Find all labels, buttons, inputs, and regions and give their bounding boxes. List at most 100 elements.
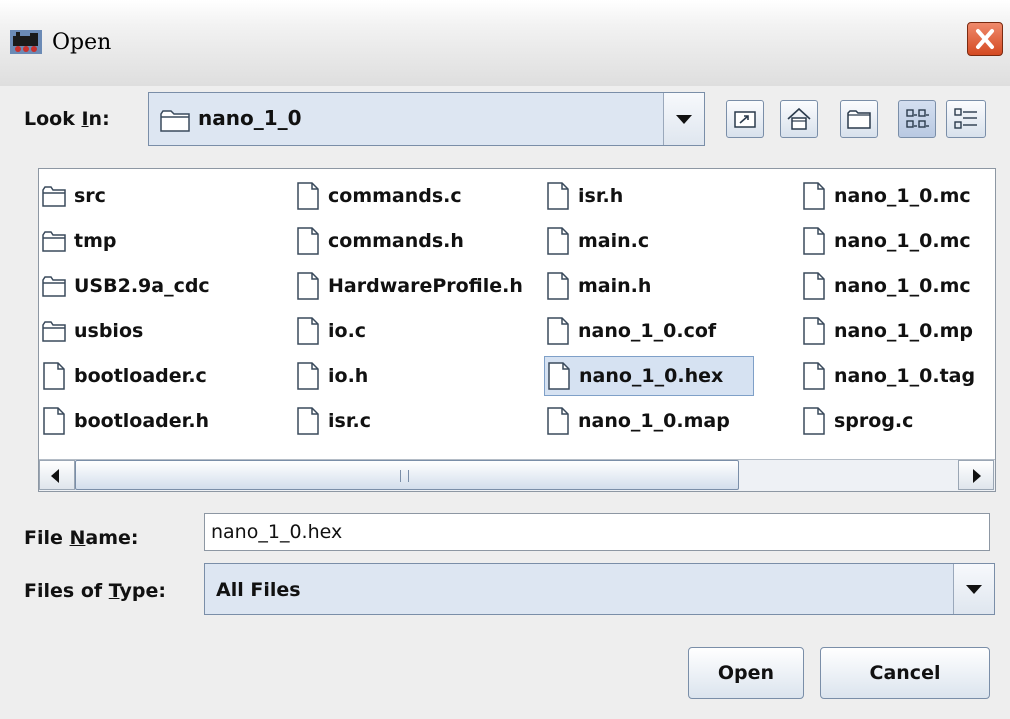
file-name: nano_1_0.map bbox=[578, 410, 730, 432]
grip-icon bbox=[400, 470, 409, 482]
details-view-button[interactable] bbox=[946, 100, 986, 138]
file-name: HardwareProfile.h bbox=[328, 275, 523, 297]
list-view-icon bbox=[906, 109, 929, 128]
home-button[interactable] bbox=[780, 100, 818, 138]
file-name: nano_1_0.mc bbox=[834, 185, 971, 207]
folder-icon bbox=[42, 231, 66, 252]
file-item[interactable]: commands.h bbox=[294, 221, 546, 261]
file-item[interactable]: nano_1_0.mc bbox=[800, 221, 994, 261]
file-name: usbios bbox=[74, 320, 144, 342]
arrow-right-icon bbox=[973, 469, 981, 483]
file-item[interactable]: io.c bbox=[294, 311, 546, 351]
file-item[interactable]: bootloader.h bbox=[40, 401, 282, 441]
file-item[interactable]: bootloader.c bbox=[40, 356, 282, 396]
file-item[interactable]: nano_1_0.mc bbox=[800, 266, 994, 306]
file-item[interactable]: nano_1_0.mc bbox=[800, 176, 994, 216]
look-in-label: Look In: bbox=[24, 108, 110, 130]
file-type-dropdown-button[interactable] bbox=[953, 564, 994, 614]
folder-icon bbox=[42, 321, 66, 342]
file-name-label: File Name: bbox=[24, 527, 139, 549]
file-item[interactable]: io.h bbox=[294, 356, 546, 396]
file-name: nano_1_0.cof bbox=[578, 320, 717, 342]
file-name: sprog.c bbox=[834, 410, 914, 432]
file-icon bbox=[803, 182, 825, 210]
file-name: nano_1_0.mc bbox=[834, 230, 971, 252]
file-item[interactable]: nano_1_0.cof bbox=[544, 311, 756, 351]
folder-item[interactable]: usbios bbox=[40, 311, 282, 351]
file-item[interactable]: nano_1_0.map bbox=[544, 401, 756, 441]
file-name: nano_1_0.mp bbox=[834, 320, 973, 342]
file-item[interactable]: nano_1_0.mp bbox=[800, 311, 994, 351]
file-icon bbox=[297, 362, 319, 390]
folder-item[interactable]: USB2.9a_cdc bbox=[40, 266, 282, 306]
file-icon bbox=[547, 182, 569, 210]
list-view-button[interactable] bbox=[898, 100, 936, 138]
scroll-thumb[interactable] bbox=[75, 460, 739, 490]
file-item[interactable]: main.c bbox=[544, 221, 756, 261]
open-button[interactable]: Open bbox=[688, 647, 804, 699]
file-item[interactable]: HardwareProfile.h bbox=[294, 266, 546, 306]
file-name: isr.h bbox=[578, 185, 624, 207]
file-list-items: src tmp USB2.9a_cdcusbios bootloader.c bootl… bbox=[40, 176, 994, 458]
file-icon bbox=[547, 227, 569, 255]
file-name: tmp bbox=[74, 230, 117, 252]
close-button[interactable] bbox=[967, 22, 1003, 56]
file-icon bbox=[803, 227, 825, 255]
file-name: main.c bbox=[578, 230, 650, 252]
file-icon bbox=[803, 272, 825, 300]
file-item[interactable]: nano_1_0.hex bbox=[544, 356, 754, 396]
file-icon bbox=[803, 317, 825, 345]
file-icon bbox=[297, 182, 319, 210]
file-icon bbox=[547, 407, 569, 435]
file-item[interactable]: main.h bbox=[544, 266, 756, 306]
file-name: commands.h bbox=[328, 230, 464, 252]
file-name: isr.c bbox=[328, 410, 371, 432]
file-type-combo[interactable] bbox=[204, 563, 995, 615]
scroll-right-button[interactable] bbox=[958, 460, 994, 490]
close-icon bbox=[976, 29, 994, 49]
file-name: nano_1_0.tag bbox=[834, 365, 976, 387]
file-name: nano_1_0.mc bbox=[834, 275, 971, 297]
file-icon bbox=[43, 362, 65, 390]
file-icon bbox=[297, 407, 319, 435]
file-name: USB2.9a_cdc bbox=[74, 275, 210, 297]
folder-item[interactable]: tmp bbox=[40, 221, 282, 261]
file-name: main.h bbox=[578, 275, 652, 297]
file-icon bbox=[548, 362, 570, 390]
chevron-down-icon bbox=[966, 585, 982, 594]
file-item[interactable]: isr.c bbox=[294, 401, 546, 441]
file-name: commands.c bbox=[328, 185, 462, 207]
file-icon bbox=[297, 272, 319, 300]
details-view-icon bbox=[954, 108, 977, 129]
up-folder-icon bbox=[734, 111, 756, 128]
chevron-down-icon bbox=[676, 115, 692, 124]
folder-icon bbox=[42, 186, 66, 207]
cancel-button[interactable]: Cancel bbox=[820, 647, 990, 699]
arrow-left-icon bbox=[51, 469, 59, 483]
look-in-dropdown-button[interactable] bbox=[663, 93, 704, 145]
new-folder-icon bbox=[847, 110, 871, 129]
file-item[interactable]: commands.c bbox=[294, 176, 546, 216]
new-folder-button[interactable] bbox=[840, 100, 878, 138]
look-in-value: nano_1_0 bbox=[198, 106, 302, 130]
file-name: io.c bbox=[328, 320, 367, 342]
title-bar bbox=[0, 0, 1010, 86]
file-item[interactable]: sprog.c bbox=[800, 401, 994, 441]
file-name: bootloader.c bbox=[74, 365, 207, 387]
file-icon bbox=[297, 227, 319, 255]
home-icon bbox=[787, 107, 811, 130]
file-icon bbox=[547, 317, 569, 345]
file-icon bbox=[803, 407, 825, 435]
file-item[interactable]: nano_1_0.tag bbox=[800, 356, 994, 396]
file-name: nano_1_0.hex bbox=[579, 365, 724, 387]
file-item[interactable]: isr.h bbox=[544, 176, 756, 216]
up-one-level-button[interactable] bbox=[726, 100, 764, 138]
scroll-left-button[interactable] bbox=[39, 460, 75, 490]
file-name-field[interactable] bbox=[204, 513, 990, 551]
file-name: src bbox=[74, 185, 106, 207]
window-title: Open bbox=[52, 30, 112, 55]
file-icon bbox=[547, 272, 569, 300]
folder-item[interactable]: src bbox=[40, 176, 282, 216]
file-icon bbox=[803, 362, 825, 390]
file-icon bbox=[43, 407, 65, 435]
